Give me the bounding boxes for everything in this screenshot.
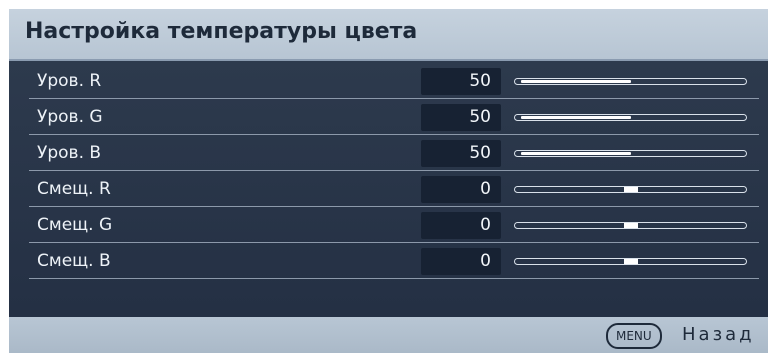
setting-label: Уров. R: [37, 71, 102, 91]
value-box: 50: [421, 104, 501, 131]
value-box: 50: [421, 140, 501, 167]
offset-slider[interactable]: [514, 258, 747, 265]
offset-slider[interactable]: [514, 222, 747, 229]
setting-value: 50: [469, 143, 491, 163]
setting-value: 50: [469, 71, 491, 91]
setting-value: 0: [480, 215, 491, 235]
slider-fill: [521, 152, 631, 155]
setting-label: Смещ. R: [37, 179, 111, 199]
setting-label: Смещ. G: [37, 215, 113, 235]
page-title: Настройка температуры цвета: [25, 19, 418, 44]
setting-row-offset-g[interactable]: Смещ. G 0: [29, 209, 759, 243]
back-label: Назад: [682, 324, 755, 345]
setting-row-offset-b[interactable]: Смещ. B 0: [29, 245, 759, 279]
menu-key-icon[interactable]: MENU: [606, 323, 662, 349]
value-box: 0: [421, 212, 501, 239]
setting-row-level-g[interactable]: Уров. G 50: [29, 101, 759, 135]
setting-row-level-r[interactable]: Уров. R 50: [29, 65, 759, 99]
value-box: 0: [421, 248, 501, 275]
level-slider[interactable]: [514, 78, 747, 85]
setting-label: Уров. G: [37, 107, 103, 127]
slider-fill: [521, 116, 631, 119]
level-slider[interactable]: [514, 114, 747, 121]
setting-label: Уров. B: [37, 143, 102, 163]
value-box: 50: [421, 68, 501, 95]
value-box: 0: [421, 176, 501, 203]
setting-row-level-b[interactable]: Уров. B 50: [29, 137, 759, 171]
setting-value: 0: [480, 251, 491, 271]
level-slider[interactable]: [514, 150, 747, 157]
footer-bar: MENU Назад: [9, 317, 768, 353]
slider-marker: [624, 187, 638, 192]
slider-fill: [521, 80, 631, 83]
osd-menu: Настройка температуры цвета Уров. R 50 У…: [9, 9, 768, 353]
setting-label: Смещ. B: [37, 251, 111, 271]
title-bar: Настройка температуры цвета: [9, 9, 768, 61]
slider-marker: [624, 259, 638, 264]
settings-panel: Уров. R 50 Уров. G 50 Уров. B 50 Смещ. R…: [9, 61, 768, 317]
offset-slider[interactable]: [514, 186, 747, 193]
setting-value: 0: [480, 179, 491, 199]
setting-value: 50: [469, 107, 491, 127]
slider-marker: [624, 223, 638, 228]
setting-row-offset-r[interactable]: Смещ. R 0: [29, 173, 759, 207]
